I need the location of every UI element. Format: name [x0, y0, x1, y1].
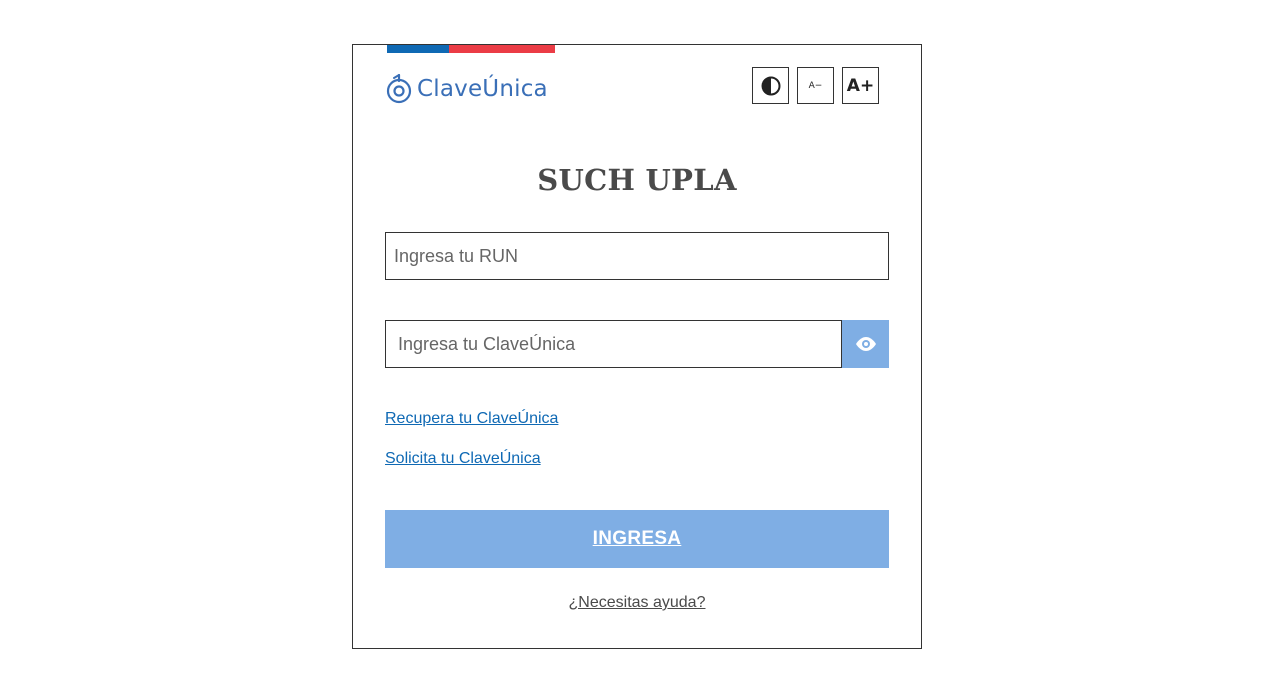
- claveunica-logo-icon: [386, 74, 412, 104]
- accessibility-toolbar: A− A+: [752, 67, 879, 104]
- password-input[interactable]: [385, 320, 842, 368]
- help-link[interactable]: ¿Necesitas ayuda?: [569, 594, 706, 611]
- submit-button[interactable]: INGRESA: [385, 510, 889, 568]
- eye-icon: [855, 337, 876, 351]
- help-link-container: ¿Necesitas ayuda?: [353, 594, 921, 612]
- page-title: SUCH UPLA: [537, 163, 737, 197]
- recover-password-link[interactable]: Recupera tu ClaveÚnica: [385, 410, 558, 428]
- show-password-button[interactable]: [842, 320, 889, 368]
- increase-font-button[interactable]: A+: [842, 67, 879, 104]
- flag-blue-stripe: [387, 45, 449, 53]
- flag-bar: [387, 45, 555, 53]
- request-password-link[interactable]: Solicita tu ClaveÚnica: [385, 450, 541, 468]
- claveunica-logo: ClaveÚnica: [386, 73, 548, 105]
- contrast-icon: [761, 76, 780, 95]
- decrease-font-button[interactable]: A−: [797, 67, 834, 104]
- flag-red-stripe: [449, 45, 555, 53]
- password-field-group: [385, 320, 889, 368]
- login-card: ClaveÚnica A− A+ SUCH UPLA Recupera tu C…: [352, 44, 922, 649]
- logo-text: ClaveÚnica: [417, 76, 548, 102]
- contrast-button[interactable]: [752, 67, 789, 104]
- run-input[interactable]: [385, 232, 889, 280]
